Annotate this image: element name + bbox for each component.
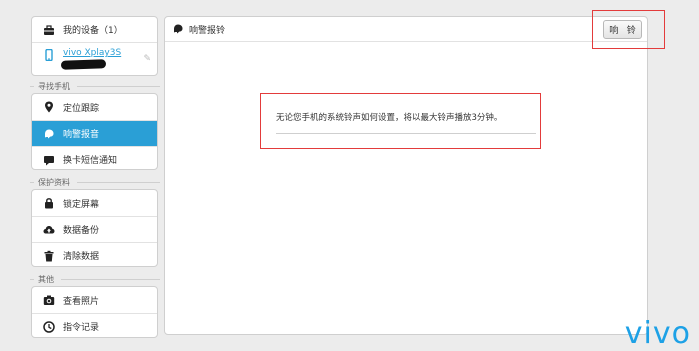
section-label-other: 其他 — [30, 273, 160, 285]
device-header-title: 我的设备（1） — [63, 26, 123, 36]
vivo-logo: vivo — [624, 316, 691, 351]
highlight-message — [260, 93, 541, 149]
menu-item-wipe[interactable]: 清除数据 — [32, 242, 157, 266]
menu-item-sim-notify[interactable]: 换卡短信通知 — [32, 146, 157, 169]
other-menu: 查看照片 指令记录 — [31, 286, 158, 338]
menu-item-label: 锁定屏幕 — [63, 199, 100, 210]
lock-icon — [42, 196, 56, 210]
alarm-sound-icon — [42, 127, 56, 141]
menu-item-location[interactable]: 定位跟踪 — [32, 94, 157, 120]
alarm-sound-icon — [171, 22, 185, 36]
menu-item-photos[interactable]: 查看照片 — [32, 287, 157, 313]
menu-item-lock-screen[interactable]: 锁定屏幕 — [32, 190, 157, 216]
cloud-upload-icon — [42, 223, 56, 237]
camera-icon — [42, 293, 56, 307]
main-header: 响警报铃 — [165, 17, 647, 42]
menu-item-label: 清除数据 — [63, 252, 100, 262]
device-header: 我的设备（1） — [32, 17, 157, 42]
menu-item-label: 数据备份 — [63, 226, 100, 236]
edit-pencil-icon[interactable]: ✎ — [143, 54, 151, 64]
menu-item-label: 指令记录 — [63, 323, 100, 333]
phone-icon — [42, 48, 56, 62]
redaction-scribble — [60, 59, 107, 70]
section-label-protect-data: 保护资料 — [30, 176, 160, 188]
find-phone-menu: 定位跟踪 响警报音 换卡短信通知 — [31, 93, 158, 170]
menu-item-label: 定位跟踪 — [63, 103, 100, 114]
menu-item-backup[interactable]: 数据备份 — [32, 216, 157, 242]
menu-item-command-log[interactable]: 指令记录 — [32, 313, 157, 337]
main-panel: 响警报铃 无论您手机的系统铃声如何设置，将以最大铃声播放3分钟。 — [164, 16, 648, 335]
menu-item-label: 查看照片 — [63, 296, 100, 307]
menu-item-label: 换卡短信通知 — [63, 156, 118, 166]
page-title: 响警报铃 — [189, 25, 226, 36]
section-label-find-phone: 寻找手机 — [30, 80, 160, 92]
location-pin-icon — [42, 100, 56, 114]
briefcase-icon — [42, 23, 56, 37]
clock-icon — [42, 320, 56, 334]
menu-item-alarm[interactable]: 响警报音 — [32, 120, 157, 146]
message-icon — [42, 153, 56, 167]
device-name-link[interactable]: vivo Xplay3S — [63, 48, 121, 58]
highlight-ring-button — [592, 10, 665, 49]
protect-data-menu: 锁定屏幕 数据备份 清除数据 — [31, 189, 158, 267]
trash-icon — [42, 249, 56, 263]
menu-item-label: 响警报音 — [63, 130, 100, 140]
